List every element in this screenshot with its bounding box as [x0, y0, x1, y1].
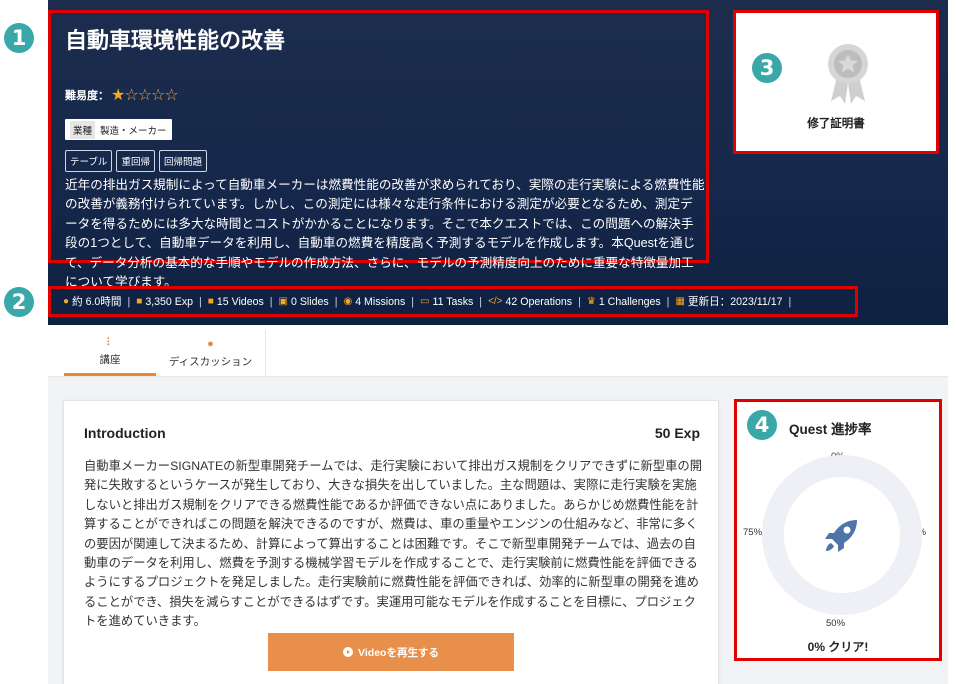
- play-video-label: Videoを再生する: [358, 646, 439, 659]
- stat-separator: |: [127, 295, 131, 308]
- progress-label-bottom: 50%: [826, 618, 846, 629]
- stat-separator: |: [199, 295, 202, 308]
- planet-icon: ◉: [343, 296, 353, 307]
- clock-icon: ●: [63, 296, 70, 307]
- tab-bar: ⠇ 講座 ● ディスカッション: [64, 330, 266, 376]
- play-icon: [343, 647, 354, 657]
- video-icon: ■: [207, 296, 214, 307]
- quest-progress-panel: 4 Quest 進捗率 0% 25% 50% 75% 0% クリア!: [734, 399, 942, 661]
- network-icon: ⠇: [105, 337, 115, 349]
- difficulty-rating: 難易度： ★☆☆☆☆: [65, 85, 694, 105]
- progress-label-left: 75%: [743, 527, 763, 538]
- annotation-marker-1: 1: [4, 23, 34, 53]
- chat-icon: ●: [207, 337, 214, 350]
- stat-text: 1 Challenges: [598, 295, 661, 308]
- course-hero: 自動車環境性能の改善 難易度： ★☆☆☆☆ 業種 製造・メーカー テーブル 重回…: [48, 0, 948, 325]
- stat-text: 11 Tasks: [432, 295, 474, 308]
- intro-title: Introduction: [84, 425, 166, 441]
- stat-text: 3,350 Exp: [145, 295, 194, 308]
- progress-title: Quest 進捗率: [789, 422, 872, 437]
- certificate-panel[interactable]: 3 修了証明書: [733, 10, 939, 154]
- stat-text: 42 Operations: [505, 295, 573, 308]
- certificate-label: 修了証明書: [807, 118, 865, 130]
- intro-header: Introduction 50 Exp: [84, 425, 700, 441]
- stat-separator: |: [411, 295, 415, 308]
- tag: 回帰問題: [158, 150, 207, 172]
- stat-text: 更新日：2023/11/17: [687, 296, 783, 308]
- trophy-icon: ♛: [586, 296, 596, 307]
- stat-text: 4 Missions: [355, 295, 406, 308]
- code-icon: </>: [488, 296, 503, 307]
- star-empty-icon: ☆: [137, 87, 152, 104]
- stat-separator: |: [269, 295, 273, 308]
- course-summary: 自動車環境性能の改善 難易度： ★☆☆☆☆ 業種 製造・メーカー テーブル 重回…: [48, 10, 709, 289]
- tag: テーブル: [65, 150, 113, 172]
- tab-discussion[interactable]: ● ディスカッション: [156, 330, 266, 376]
- annotation-marker-4: 4: [747, 410, 777, 440]
- stat-separator: |: [334, 295, 338, 308]
- difficulty-stars: ★☆☆☆☆: [111, 85, 179, 105]
- stat-item: ● 約 6.0時間: [63, 294, 122, 309]
- tab-label: ディスカッション: [168, 355, 253, 368]
- stat-text: 約 6.0時間: [72, 296, 122, 308]
- stat-separator: |: [479, 295, 483, 308]
- play-video-button[interactable]: Videoを再生する: [268, 633, 514, 671]
- star-empty-icon: ☆: [124, 87, 138, 104]
- stat-text: 0 Slides: [291, 295, 329, 308]
- intro-exp: 50 Exp: [654, 425, 700, 441]
- difficulty-label: 難易度：: [65, 90, 109, 102]
- rocket-icon: [825, 520, 857, 552]
- tag: 重回帰: [116, 150, 155, 172]
- intro-text: 自動車メーカーSIGNATEの新型車開発チームでは、走行実験において排出ガス規制…: [84, 459, 702, 629]
- star-empty-icon: ☆: [151, 87, 165, 104]
- course-description: 近年の排出ガス規制によって自動車メーカーは燃費性能の改善が求められており、実際の…: [65, 178, 705, 290]
- stat-item: ◉ 4 Missions: [343, 296, 405, 308]
- annotation-marker-3: 3: [752, 53, 782, 83]
- star-empty-icon: ☆: [164, 87, 178, 104]
- industry-key: 業種: [70, 120, 96, 139]
- stat-item: ■ 15 Videos: [208, 296, 264, 308]
- medal-icon: [828, 44, 868, 104]
- stat-separator: |: [666, 295, 670, 308]
- slides-icon: ▣: [278, 296, 288, 307]
- gift-icon: ■: [136, 296, 143, 307]
- tag-list: テーブル 重回帰 回帰問題: [65, 150, 694, 172]
- stat-item: ♛ 1 Challenges: [587, 296, 661, 308]
- stat-item: ▣ 0 Slides: [279, 296, 329, 308]
- stat-item: ■ 3,350 Exp: [136, 296, 193, 308]
- stat-item: </> 42 Operations: [488, 296, 572, 308]
- tab-label: 講座: [99, 354, 121, 366]
- introduction-card: Introduction 50 Exp 自動車メーカーSIGNATEの新型車開発…: [63, 400, 719, 684]
- stat-separator: |: [578, 295, 581, 308]
- industry-value: 製造・メーカー: [100, 125, 167, 137]
- calendar-icon: ▦: [675, 296, 685, 307]
- stat-item: ▭ 11 Tasks: [420, 296, 473, 308]
- stat-text: 15 Videos: [216, 295, 264, 308]
- industry-badge: 業種 製造・メーカー: [65, 119, 172, 140]
- course-title: 自動車環境性能の改善: [65, 28, 286, 53]
- star-filled-icon: ★: [111, 87, 125, 104]
- tab-course[interactable]: ⠇ 講座: [64, 330, 156, 376]
- stat-item: ▦ 更新日：2023/11/17: [675, 294, 782, 309]
- stat-separator: |: [788, 295, 792, 308]
- monitor-icon: ▭: [420, 296, 430, 307]
- progress-clear-text: 0% クリア!: [807, 640, 869, 654]
- annotation-marker-2: 2: [4, 287, 34, 317]
- course-stats-bar: ● 約 6.0時間 | ■ 3,350 Exp | ■ 15 Videos | ▣ 0 Slides…: [48, 286, 858, 317]
